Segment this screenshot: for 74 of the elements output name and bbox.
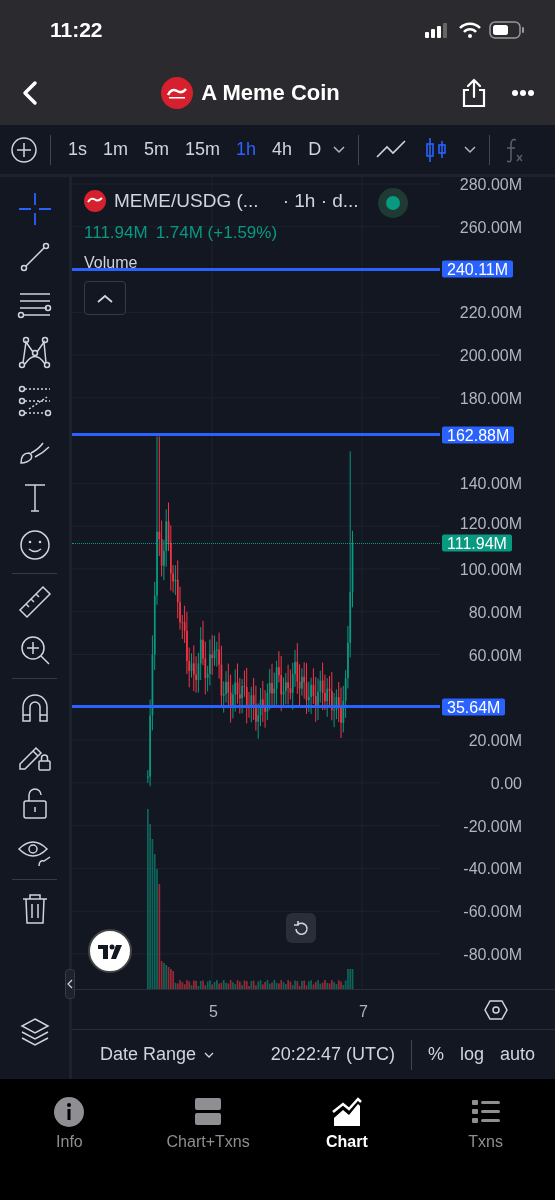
scale-option[interactable]: % xyxy=(421,1041,450,1068)
bottom-tab[interactable]: Info xyxy=(0,1095,139,1199)
bottom-tab[interactable]: Chart+Txns xyxy=(138,1095,278,1199)
axis-tick-label: -60.00M xyxy=(463,902,522,920)
back-icon xyxy=(20,79,40,106)
ruler-icon[interactable] xyxy=(16,584,53,620)
interval-label: · 1h · d... xyxy=(282,189,359,213)
chevron-down-icon xyxy=(204,1050,215,1059)
axis-tick-label: 280.00M xyxy=(459,175,522,193)
axis-tick-label: 140.00M xyxy=(459,474,522,492)
axis-tick-label: 220.00M xyxy=(459,303,522,321)
axis-tick-label: -40.00M xyxy=(463,859,522,877)
axis-tick-label: 20.00M xyxy=(468,731,522,749)
axis-tick-label: 260.00M xyxy=(459,218,522,236)
chevron-up-icon xyxy=(96,293,114,304)
collapse-button[interactable] xyxy=(84,281,126,315)
axis-tick-label: -20.00M xyxy=(463,817,522,835)
axis-tick-label: 80.00M xyxy=(468,603,522,621)
price-value: 111.94M xyxy=(84,221,148,244)
more-icon xyxy=(511,89,535,98)
axis-tick-label: 60.00M xyxy=(468,646,522,664)
scale-option[interactable]: log xyxy=(453,1041,490,1068)
wifi-icon xyxy=(459,22,481,38)
axis-tick-label: 180.00M xyxy=(459,389,522,407)
back-button[interactable] xyxy=(20,79,40,106)
add-button[interactable] xyxy=(10,135,38,164)
axis-tick-label: 200.00M xyxy=(459,346,522,364)
price-line-label: 111.94M xyxy=(442,534,512,552)
chevron-down-icon[interactable] xyxy=(332,144,347,155)
coin-logo-icon xyxy=(161,76,194,109)
status-time: 11:22 xyxy=(50,17,103,44)
plus-icon xyxy=(10,135,38,164)
live-status-icon xyxy=(377,187,409,219)
forecast-icon[interactable] xyxy=(16,383,53,419)
price-line-label: 162.88M xyxy=(442,426,515,443)
interval-tab[interactable]: D xyxy=(303,134,327,165)
scale-option[interactable]: auto xyxy=(493,1041,541,1068)
interval-tab[interactable]: 1m xyxy=(98,134,134,165)
share-icon xyxy=(461,77,487,108)
crosshair-icon[interactable] xyxy=(16,191,53,227)
utc-clock: 20:22:47 (UTC) xyxy=(270,1043,395,1066)
coin-title: A Meme Coin xyxy=(201,79,340,107)
collapse-icon[interactable] xyxy=(65,969,75,999)
coin-logo-icon xyxy=(84,190,106,213)
axis-tick-label: 100.00M xyxy=(459,560,522,578)
reset-button[interactable] xyxy=(286,913,316,943)
indicator-label: Volume xyxy=(84,253,138,273)
symbol-label: MEME/USDG (... xyxy=(114,189,259,213)
interval-tab[interactable]: 4h xyxy=(267,134,298,165)
date-range-dropdown[interactable]: Date Range xyxy=(94,1041,221,1068)
time-axis-label: 5 xyxy=(209,1002,218,1022)
bottom-tab[interactable]: Txns xyxy=(416,1095,555,1199)
interval-tab[interactable]: 1s xyxy=(63,134,92,165)
battery-icon xyxy=(489,21,525,39)
time-axis-label: 7 xyxy=(359,1002,368,1022)
area-chart-icon xyxy=(330,1096,363,1128)
price-line-label: 35.64M xyxy=(442,698,506,716)
interval-tab[interactable]: 1h xyxy=(231,134,262,165)
chevron-down-icon[interactable] xyxy=(463,144,478,155)
pattern-icon[interactable] xyxy=(16,335,53,371)
interval-tab[interactable]: 15m xyxy=(180,134,226,165)
axis-tick-label: -80.00M xyxy=(463,945,522,963)
share-button[interactable] xyxy=(461,77,487,108)
logo-badge-icon xyxy=(88,929,132,973)
reset-icon xyxy=(292,919,310,938)
info-icon xyxy=(53,1096,86,1128)
interval-tab[interactable]: 5m xyxy=(139,134,175,165)
axis-tick-label: 0.00 xyxy=(490,774,522,792)
axis-tick-label: 120.00M xyxy=(459,514,522,532)
settings-icon[interactable] xyxy=(484,999,508,1021)
bottom-tab[interactable]: Chart xyxy=(277,1095,417,1199)
price-line-label: 240.11M xyxy=(442,260,514,278)
price-change: 1.74M (+1.59%) xyxy=(155,221,278,244)
layers-icon[interactable] xyxy=(20,1017,50,1049)
